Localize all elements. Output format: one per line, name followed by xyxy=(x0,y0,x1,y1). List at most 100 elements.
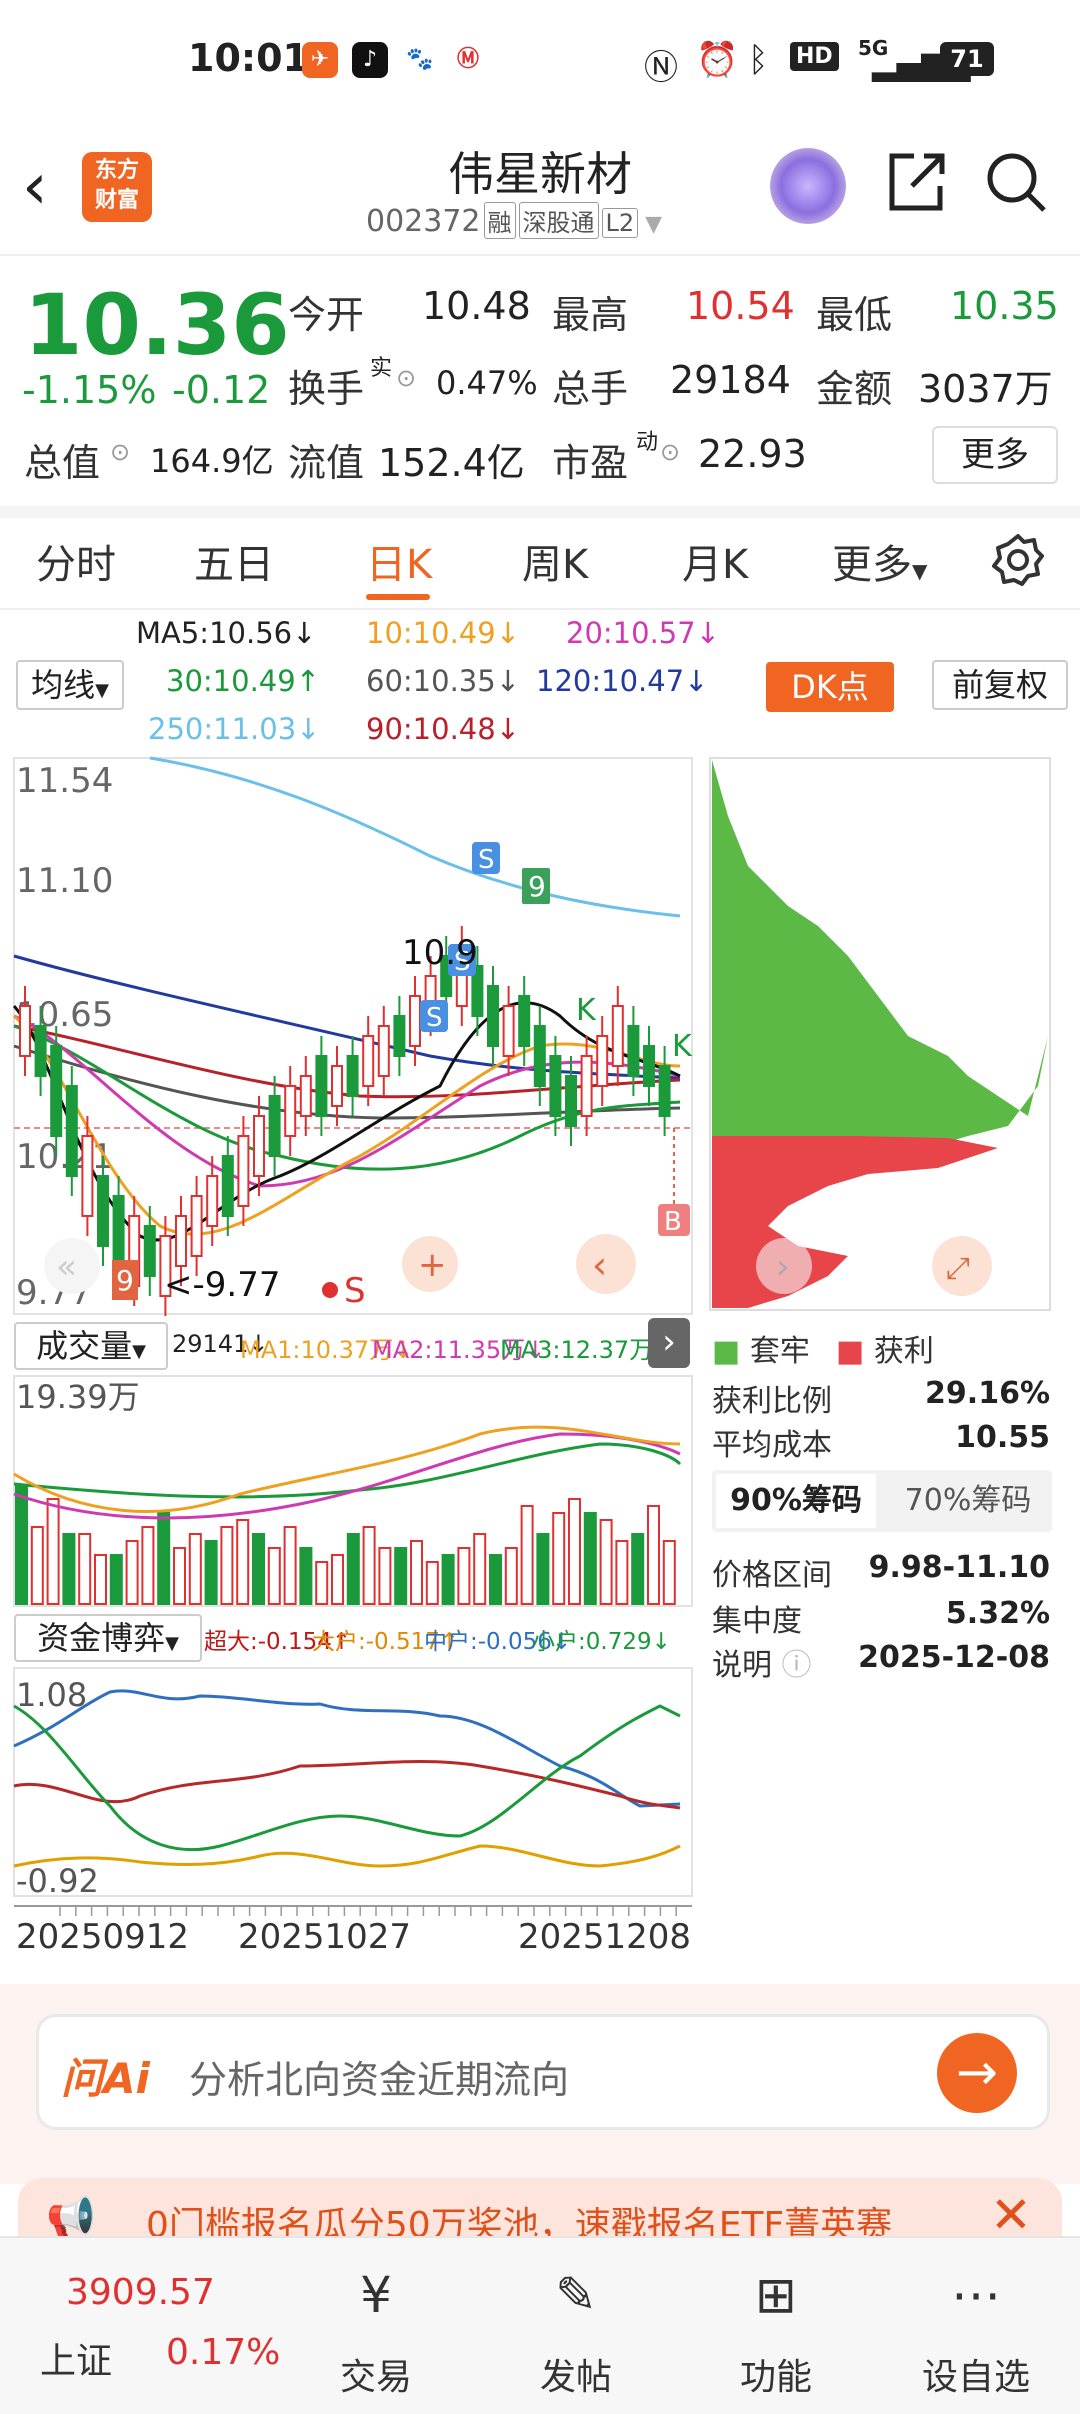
quote-panel: 10.36 -1.15% -0.12 今开 10.48 最高 10.54 最低 … xyxy=(0,256,1080,518)
tab-daily-k[interactable]: 日K xyxy=(366,532,432,590)
share-icon[interactable] xyxy=(884,150,948,218)
tag-l2: L2 xyxy=(601,208,639,238)
chip-range-toggle: 90%筹码 70%筹码 xyxy=(712,1470,1052,1532)
function-grid-icon[interactable]: ⊞ xyxy=(706,2266,846,2324)
volume-select[interactable]: 成交量▼ xyxy=(14,1322,168,1370)
adjust-button[interactable]: 前复权 xyxy=(932,660,1068,710)
more-button[interactable]: 更多 xyxy=(932,426,1058,484)
info-icon[interactable]: ⊙ xyxy=(110,438,130,466)
tab-intraday[interactable]: 分时 xyxy=(36,532,116,590)
candle-body xyxy=(377,1025,390,1077)
nav-post[interactable]: 发帖 xyxy=(506,2348,646,2400)
stock-code-line[interactable]: 002372 融深股通 L2 ▼ xyxy=(366,202,662,239)
caret-down-icon: ▼ xyxy=(912,559,928,583)
open-label: 今开 xyxy=(288,293,365,337)
volume-chart[interactable]: 19.39万 xyxy=(0,1374,700,1608)
ma250-label: 250:11.03↓ xyxy=(148,712,321,746)
k-marker: K xyxy=(576,993,597,1028)
date-label-end: 20251208 xyxy=(518,1917,691,1957)
candle-body xyxy=(65,1085,78,1177)
volume-bar xyxy=(141,1526,155,1605)
volume-bar xyxy=(536,1533,550,1605)
settings-gear-icon[interactable] xyxy=(990,532,1046,592)
volume-bar xyxy=(583,1512,597,1605)
candle-body xyxy=(253,1115,265,1177)
battery-icon: 71 xyxy=(940,42,994,76)
tab-weekly-k[interactable]: 周K xyxy=(522,532,588,590)
volume-bar xyxy=(473,1533,487,1605)
tiktok-icon: ♪ xyxy=(352,42,388,78)
info-circle-icon[interactable]: ⓘ xyxy=(782,1648,812,1683)
volume-bar xyxy=(599,1519,613,1605)
change-amount: -0.12 xyxy=(172,368,271,412)
candle-body xyxy=(565,1075,577,1127)
index-name[interactable]: 上证 xyxy=(40,2332,112,2384)
candle-body xyxy=(34,1025,47,1077)
candle-body xyxy=(533,1025,546,1087)
dk-point-button[interactable]: DK点 xyxy=(766,662,894,712)
candle-body xyxy=(237,1135,250,1207)
nav-add-watchlist[interactable]: 设自选 xyxy=(906,2348,1046,2400)
tab-five-day[interactable]: 五日 xyxy=(194,532,274,590)
amount-label: 金额 xyxy=(816,367,893,411)
float-label: 流值 xyxy=(288,441,365,485)
status-bar: 10:01 ✈ ♪ 🐾 Ⓜ Ⓝ ⏰ ᛒ HD 5G ▂▄▆█ 71 xyxy=(0,0,1080,120)
candle-body xyxy=(221,1155,234,1217)
turnover-value: 0.47% xyxy=(436,364,538,402)
ma120-label: 120:10.47↓ xyxy=(536,664,709,698)
svg-text:«: « xyxy=(56,1247,77,1287)
svg-text:⤢: ⤢ xyxy=(946,1251,970,1286)
ma20-label: 20:10.57↓ xyxy=(566,616,721,650)
fund-flow-chart[interactable]: 1.08 -0.92 20250912 20251027 20251208 xyxy=(0,1666,700,1986)
candle-body xyxy=(284,1085,297,1137)
marker-9-text: 9 xyxy=(528,870,546,903)
bluetooth-icon: ᛒ xyxy=(748,40,769,80)
tab-70-chip[interactable]: 70%筹码 xyxy=(888,1474,1048,1528)
index-value[interactable]: 3909.57 xyxy=(66,2272,215,2313)
ma-select[interactable]: 均线▼ xyxy=(16,660,124,710)
more-dots-icon[interactable]: ⋯ xyxy=(906,2266,1046,2324)
candle-body xyxy=(596,1035,609,1087)
kline-chart[interactable]: 11.54 11.10 10.65 10.21 9.77 S 9 S S 10.… xyxy=(0,756,700,1316)
trade-icon[interactable]: ¥ xyxy=(306,2266,446,2324)
chip-distribution-chart[interactable]: › ⤢ xyxy=(708,756,1054,1312)
info-icon[interactable]: ⊙ xyxy=(396,364,416,392)
ai-send-arrow-icon[interactable]: → xyxy=(937,2033,1017,2113)
turnover-label: 换手 xyxy=(288,367,365,411)
chip-legend-profit: ■ 获利 xyxy=(836,1334,934,1369)
index-change[interactable]: 0.17% xyxy=(166,2332,280,2373)
tab-monthly-k[interactable]: 月K xyxy=(682,532,748,590)
last-price: 10.36 xyxy=(24,276,290,374)
candle-body xyxy=(518,995,531,1047)
candle-body xyxy=(190,1195,203,1257)
ai-robot-avatar[interactable] xyxy=(770,148,846,224)
collapse-arrow-icon[interactable]: › xyxy=(648,1318,690,1368)
k-marker-2: K xyxy=(672,1029,693,1064)
volume-bar xyxy=(552,1512,566,1605)
nav-trade[interactable]: 交易 xyxy=(306,2348,446,2400)
fund-select[interactable]: 资金博弈▼ xyxy=(14,1614,202,1662)
candle-body xyxy=(315,1055,328,1117)
nav-function[interactable]: 功能 xyxy=(706,2348,846,2400)
candle-body xyxy=(331,1065,343,1107)
pe-value: 22.93 xyxy=(698,432,807,476)
tab-90-chip[interactable]: 90%筹码 xyxy=(716,1474,876,1528)
info-icon[interactable]: ⊙ xyxy=(660,438,680,466)
turnover-sup: 实 xyxy=(370,356,393,381)
tab-more[interactable]: 更多▼ xyxy=(832,532,927,590)
volume-bar xyxy=(520,1505,534,1605)
candle-body xyxy=(409,995,421,1047)
svg-text:9: 9 xyxy=(116,1264,134,1297)
candle-body xyxy=(346,1055,359,1097)
price-range-value: 9.98-11.10 xyxy=(868,1550,1050,1585)
post-edit-icon[interactable]: ✎ xyxy=(506,2266,646,2324)
volume-bar xyxy=(236,1519,250,1605)
volume-bar xyxy=(252,1533,265,1605)
search-icon[interactable] xyxy=(984,150,1048,218)
candle-body xyxy=(658,1065,671,1117)
svg-text:‹: ‹ xyxy=(592,1243,607,1287)
volume-bar xyxy=(15,1484,28,1605)
status-time: 10:01 xyxy=(188,36,309,80)
avg-cost-value: 10.55 xyxy=(955,1420,1050,1455)
ai-question-box[interactable]: 问Ai 分析北向资金近期流向 → xyxy=(36,2014,1050,2130)
